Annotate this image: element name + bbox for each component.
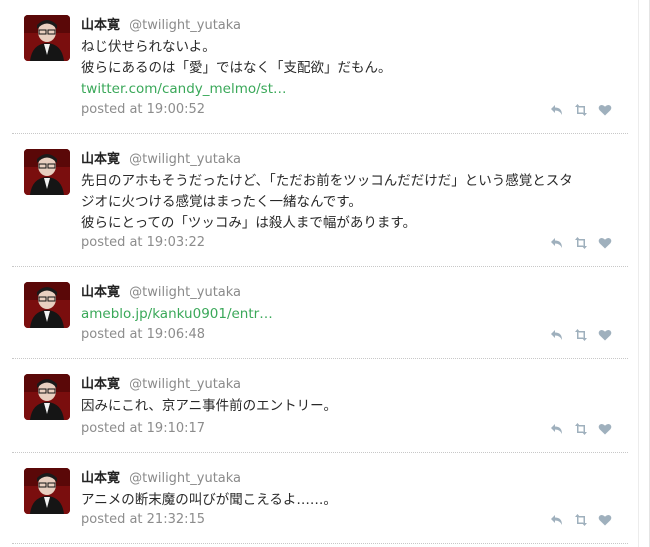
tweet-item: 山本寛 @twilight_yutaka ねじ伏せられないよ。 彼らにあるのは「…	[12, 0, 628, 134]
reply-icon[interactable]	[550, 422, 564, 436]
heart-icon[interactable]	[598, 422, 612, 436]
retweet-icon[interactable]	[574, 103, 588, 117]
tweet-text: 因みにこれ、京アニ事件前のエントリー。	[81, 396, 616, 417]
avatar-image	[24, 282, 70, 328]
author-handle[interactable]: @twilight_yutaka	[129, 18, 241, 33]
timestamp[interactable]: posted at 19:03:22	[81, 233, 205, 253]
tweet-body: 山本寛 @twilight_yutaka 先日のアホもそうだったけど、「ただお前…	[81, 148, 616, 234]
avatar-image	[24, 374, 70, 420]
scroll-edge	[638, 0, 639, 547]
tweet-link[interactable]: ameblo.jp/kanku0901/entr…	[81, 304, 616, 325]
heart-icon[interactable]	[598, 513, 612, 527]
tweet-footer: posted at 21:32:15	[81, 510, 616, 530]
retweet-icon[interactable]	[574, 328, 588, 342]
tweet-body: 山本寛 @twilight_yutaka アニメの断末魔の叫びが聞こえるよ……。	[81, 467, 616, 511]
avatar[interactable]	[24, 374, 70, 420]
tweet-item: 山本寛 @twilight_yutaka 先日のアホもそうだったけど、「ただお前…	[12, 134, 628, 267]
reply-icon[interactable]	[550, 513, 564, 527]
avatar-image	[24, 15, 70, 61]
tweet-actions	[550, 103, 612, 117]
tweet-actions	[550, 422, 612, 436]
tweet-line: アニメの断末魔の叫びが聞こえるよ……。	[81, 492, 337, 508]
heart-icon[interactable]	[598, 328, 612, 342]
avatar[interactable]	[24, 15, 70, 61]
tweet-line: 彼らにあるのは「愛」ではなく「支配欲」だもん。	[81, 60, 392, 76]
tweet-footer: posted at 19:06:48	[81, 325, 616, 345]
heart-icon[interactable]	[598, 236, 612, 250]
author-name[interactable]: 山本寛	[81, 152, 120, 167]
tweet-line: 彼らにとっての「ツッコみ」は殺人まで幅があります。	[81, 215, 417, 231]
tweet-line: 因みにこれ、京アニ事件前のエントリー。	[81, 398, 337, 414]
tweet-body: 山本寛 @twilight_yutaka ameblo.jp/kanku0901…	[81, 281, 616, 325]
tweet-line: ねじ伏せられないよ。	[81, 39, 216, 55]
tweet-body: 山本寛 @twilight_yutaka ねじ伏せられないよ。 彼らにあるのは「…	[81, 14, 616, 100]
reply-icon[interactable]	[550, 328, 564, 342]
tweet-header: 山本寛 @twilight_yutaka	[81, 148, 616, 168]
tweet-item: 山本寛 @twilight_yutaka アニメの断末魔の叫びが聞こえるよ……。…	[12, 453, 628, 544]
tweet-line: ジオに火つける感覚はまったく一緒なんです。	[81, 194, 362, 210]
tweet-header: 山本寛 @twilight_yutaka	[81, 373, 616, 393]
tweet-header: 山本寛 @twilight_yutaka	[81, 14, 616, 34]
author-name[interactable]: 山本寛	[81, 377, 120, 392]
retweet-icon[interactable]	[574, 422, 588, 436]
tweet-item: 山本寛 @twilight_yutaka 因みにこれ、京アニ事件前のエントリー。…	[12, 359, 628, 453]
author-handle[interactable]: @twilight_yutaka	[129, 285, 241, 300]
tweet-text: ねじ伏せられないよ。 彼らにあるのは「愛」ではなく「支配欲」だもん。 twitt…	[81, 37, 616, 100]
avatar[interactable]	[24, 149, 70, 195]
avatar-image	[24, 468, 70, 514]
avatar[interactable]	[24, 282, 70, 328]
tweet-line: 先日のアホもそうだったけど、「ただお前をツッコんだだけだ」という感覚とスタ	[81, 173, 573, 189]
tweet-footer: posted at 19:10:17	[81, 419, 616, 439]
avatar[interactable]	[24, 468, 70, 514]
tweet-actions	[550, 328, 612, 342]
tweet-header: 山本寛 @twilight_yutaka	[81, 281, 616, 301]
avatar-image	[24, 149, 70, 195]
timestamp[interactable]: posted at 19:00:52	[81, 100, 205, 120]
tweet-actions	[550, 513, 612, 527]
retweet-icon[interactable]	[574, 513, 588, 527]
author-name[interactable]: 山本寛	[81, 471, 120, 486]
tweet-header: 山本寛 @twilight_yutaka	[81, 467, 616, 487]
heart-icon[interactable]	[598, 103, 612, 117]
tweet-item: 山本寛 @twilight_yutaka ameblo.jp/kanku0901…	[12, 267, 628, 359]
tweet-feed: 山本寛 @twilight_yutaka ねじ伏せられないよ。 彼らにあるのは「…	[12, 0, 628, 544]
tweet-actions	[550, 236, 612, 250]
tweet-footer: posted at 19:00:52	[81, 100, 616, 120]
author-name[interactable]: 山本寛	[81, 285, 120, 300]
reply-icon[interactable]	[550, 236, 564, 250]
author-handle[interactable]: @twilight_yutaka	[129, 377, 241, 392]
timestamp[interactable]: posted at 19:10:17	[81, 419, 205, 439]
tweet-text: 先日のアホもそうだったけど、「ただお前をツッコんだだけだ」という感覚とスタ ジオ…	[81, 171, 616, 234]
author-handle[interactable]: @twilight_yutaka	[129, 471, 241, 486]
timestamp[interactable]: posted at 19:06:48	[81, 325, 205, 345]
reply-icon[interactable]	[550, 103, 564, 117]
tweet-text: ameblo.jp/kanku0901/entr…	[81, 304, 616, 325]
timestamp[interactable]: posted at 21:32:15	[81, 510, 205, 530]
tweet-link[interactable]: twitter.com/candy_melmo/st…	[81, 79, 616, 100]
author-name[interactable]: 山本寛	[81, 18, 120, 33]
tweet-footer: posted at 19:03:22	[81, 233, 616, 253]
tweet-body: 山本寛 @twilight_yutaka 因みにこれ、京アニ事件前のエントリー。	[81, 373, 616, 417]
author-handle[interactable]: @twilight_yutaka	[129, 152, 241, 167]
tweet-text: アニメの断末魔の叫びが聞こえるよ……。	[81, 490, 616, 511]
retweet-icon[interactable]	[574, 236, 588, 250]
